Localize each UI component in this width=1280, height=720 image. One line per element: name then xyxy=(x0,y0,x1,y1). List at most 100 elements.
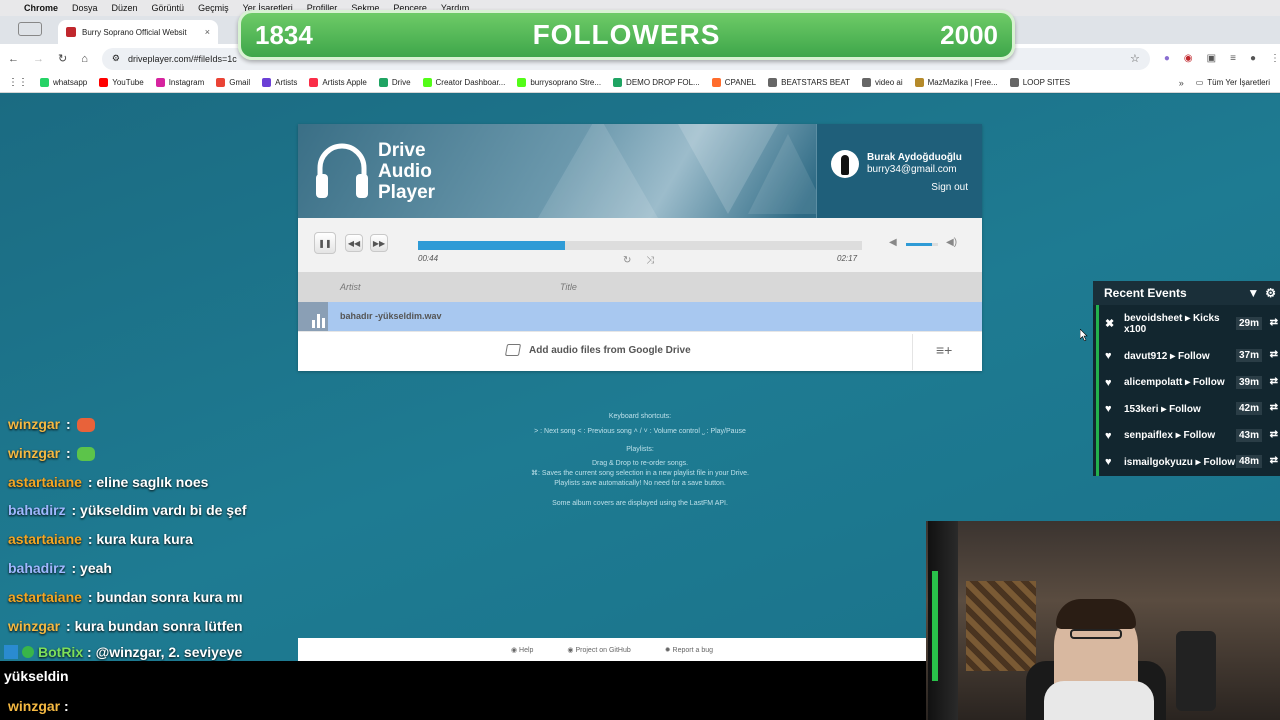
column-artist[interactable]: Artist xyxy=(340,282,361,292)
bookmark-item[interactable]: Creator Dashboar... xyxy=(422,78,505,87)
menu-item[interactable]: Dosya xyxy=(72,3,98,13)
bookmarks-bar: ⋮⋮ whatsapp YouTube Instagram Gmail Artists A… xyxy=(0,73,1280,93)
menu-item[interactable]: Geçmiş xyxy=(198,3,229,13)
bookmarks-more-icon[interactable]: » xyxy=(1179,78,1184,88)
pause-button[interactable]: ❚❚ xyxy=(314,232,336,254)
volume-low-icon[interactable]: ◀ xyxy=(889,237,897,248)
media-icon[interactable]: ≡ xyxy=(1230,53,1236,64)
reload-icon[interactable]: ↻ xyxy=(58,52,67,65)
replay-icon[interactable]: ⇄ xyxy=(1270,349,1278,360)
kick-icon: ✖ xyxy=(1105,318,1115,330)
site-info-icon[interactable]: ⚙ xyxy=(112,53,120,64)
bookmark-item[interactable]: Artists Apple xyxy=(309,78,367,87)
replay-icon[interactable]: ⇄ xyxy=(1270,317,1278,328)
replay-icon[interactable]: ⇄ xyxy=(1270,402,1278,413)
repeat-icon[interactable]: ↻ xyxy=(623,255,631,266)
avatar xyxy=(831,150,859,178)
add-files-bar[interactable]: Add audio files from Google Drive ≡+ xyxy=(298,331,982,371)
user-name: Burak Aydoğduoğlu xyxy=(867,152,962,163)
settings-icon[interactable]: ⚙ xyxy=(1265,286,1276,300)
shuffle-icon[interactable]: ⤨ xyxy=(646,255,654,266)
bookmark-item[interactable]: Gmail xyxy=(216,78,250,87)
menu-item[interactable]: Görüntü xyxy=(152,3,185,13)
bookmark-item[interactable]: BEATSTARS BEAT xyxy=(768,78,850,87)
replay-icon[interactable]: ⇄ xyxy=(1270,429,1278,440)
bug-link[interactable]: ✹ Report a bug xyxy=(665,646,713,654)
event-text: ismailgokyuzu ▸ Follow xyxy=(1124,456,1236,468)
tab-close-icon[interactable]: × xyxy=(205,27,210,37)
bookmark-icon xyxy=(262,78,272,87)
bookmark-star-icon[interactable]: ☆ xyxy=(1130,52,1140,65)
back-icon[interactable]: ← xyxy=(8,53,19,65)
bookmark-icon xyxy=(862,78,872,87)
bookmark-item[interactable]: whatsapp xyxy=(40,78,87,87)
event-action: Follow xyxy=(1183,430,1216,442)
event-user: ismailgokyuzu xyxy=(1124,456,1193,468)
event-item[interactable]: ✖ bevoidsheet ▸ Kicks x100 29m ⇄ xyxy=(1096,305,1280,343)
time-total: 02:17 xyxy=(837,254,858,263)
replay-icon[interactable]: ⇄ xyxy=(1270,455,1278,466)
bookmark-item[interactable]: video ai xyxy=(862,78,903,87)
bookmark-item[interactable]: DEMO DROP FOL... xyxy=(613,78,700,87)
bookmark-item[interactable]: CPANEL xyxy=(711,78,756,87)
volume-slider[interactable] xyxy=(906,243,938,246)
next-button[interactable]: ▶▶ xyxy=(370,234,388,252)
sidebar-toggle-icon[interactable] xyxy=(18,22,42,36)
home-icon[interactable]: ⌂ xyxy=(81,53,88,65)
bookmark-label: Artists xyxy=(275,78,298,87)
menu-item[interactable]: Chrome xyxy=(24,3,58,13)
event-action: Follow xyxy=(1169,403,1201,415)
player-controls: ❚❚ ◀◀ ▶▶ 00:44 02:17 ↻ ⤨ ◀ ◀) xyxy=(298,218,982,272)
help-link[interactable]: ◉ Help xyxy=(511,646,533,654)
chat-message: bahadirz : yükseldim vardı bi de şef xyxy=(8,502,247,519)
all-bookmarks-folder[interactable]: ▭ Tüm Yer İşaretleri xyxy=(1196,78,1270,87)
bookmark-item[interactable]: Artists xyxy=(262,78,297,87)
sign-out-link[interactable]: Sign out xyxy=(931,182,968,193)
bookmark-icon xyxy=(99,78,109,87)
column-title[interactable]: Title xyxy=(560,282,577,292)
menu-icon[interactable]: ⋮ xyxy=(1270,53,1280,64)
event-user: senpaiflex xyxy=(1124,430,1173,442)
previous-button[interactable]: ◀◀ xyxy=(345,234,363,252)
track-row[interactable]: bahadır -yükseldim.wav xyxy=(298,302,982,331)
events-list: ✖ bevoidsheet ▸ Kicks x100 29m ⇄ ♥ davut912 ▸… xyxy=(1093,305,1280,476)
page-footer: ◉ Help ◉ Project on GitHub ✹ Report a bu… xyxy=(298,638,926,662)
bookmark-item[interactable]: LOOP SITES xyxy=(1009,78,1070,87)
event-item[interactable]: ♥ alicempolatt ▸ Follow 39m ⇄ xyxy=(1096,369,1280,396)
heart-icon: ♥ xyxy=(1105,403,1112,416)
bookmark-item[interactable]: YouTube xyxy=(99,78,144,87)
bookmark-icon xyxy=(517,78,527,87)
bookmark-icon xyxy=(711,78,721,87)
apps-grid-icon[interactable]: ⋮⋮ xyxy=(8,77,28,88)
github-link[interactable]: ◉ Project on GitHub xyxy=(567,646,630,654)
filter-icon[interactable]: ▼ xyxy=(1247,286,1259,300)
menu-item[interactable]: Düzen xyxy=(112,3,138,13)
event-item[interactable]: ♥ ismailgokyuzu ▸ Follow 48m ⇄ xyxy=(1096,449,1280,476)
event-item[interactable]: ♥ 153keri ▸ Follow 42m ⇄ xyxy=(1096,396,1280,423)
profile-icon[interactable]: ● xyxy=(1250,53,1256,64)
event-item[interactable]: ♥ senpaiflex ▸ Follow 43m ⇄ xyxy=(1096,422,1280,449)
event-item[interactable]: ♥ davut912 ▸ Follow 37m ⇄ xyxy=(1096,343,1280,370)
chat-message: astartaiane : kura kura kura xyxy=(8,531,193,548)
extension-icon[interactable]: ● xyxy=(1164,53,1170,64)
bookmark-item[interactable]: Drive xyxy=(378,78,411,87)
bookmark-icon xyxy=(155,78,165,87)
forward-icon[interactable]: → xyxy=(33,53,44,65)
heart-icon: ♥ xyxy=(1105,456,1112,469)
event-action: Follow xyxy=(1192,377,1225,389)
mouse-cursor-icon xyxy=(1080,329,1088,341)
events-header: Recent Events ▼ ⚙ xyxy=(1093,281,1280,305)
progress-bar[interactable] xyxy=(418,241,862,250)
replay-icon[interactable]: ⇄ xyxy=(1270,376,1278,387)
bookmark-icon xyxy=(613,78,623,87)
bookmark-item[interactable]: MazMazika | Free... xyxy=(914,78,998,87)
record-icon[interactable]: ◉ xyxy=(1184,53,1193,64)
puzzle-icon[interactable]: ▣ xyxy=(1207,53,1216,64)
add-playlist-icon[interactable]: ≡+ xyxy=(936,342,952,358)
volume-high-icon[interactable]: ◀) xyxy=(946,237,957,248)
bookmark-item[interactable]: burrysoprano Stre... xyxy=(517,78,601,87)
bookmark-item[interactable]: Instagram xyxy=(155,78,204,87)
chat-user: winzgar xyxy=(8,698,61,714)
browser-tab[interactable]: Burry Soprano Official Websit × xyxy=(58,20,218,44)
tab-title: Burry Soprano Official Websit xyxy=(82,27,187,37)
